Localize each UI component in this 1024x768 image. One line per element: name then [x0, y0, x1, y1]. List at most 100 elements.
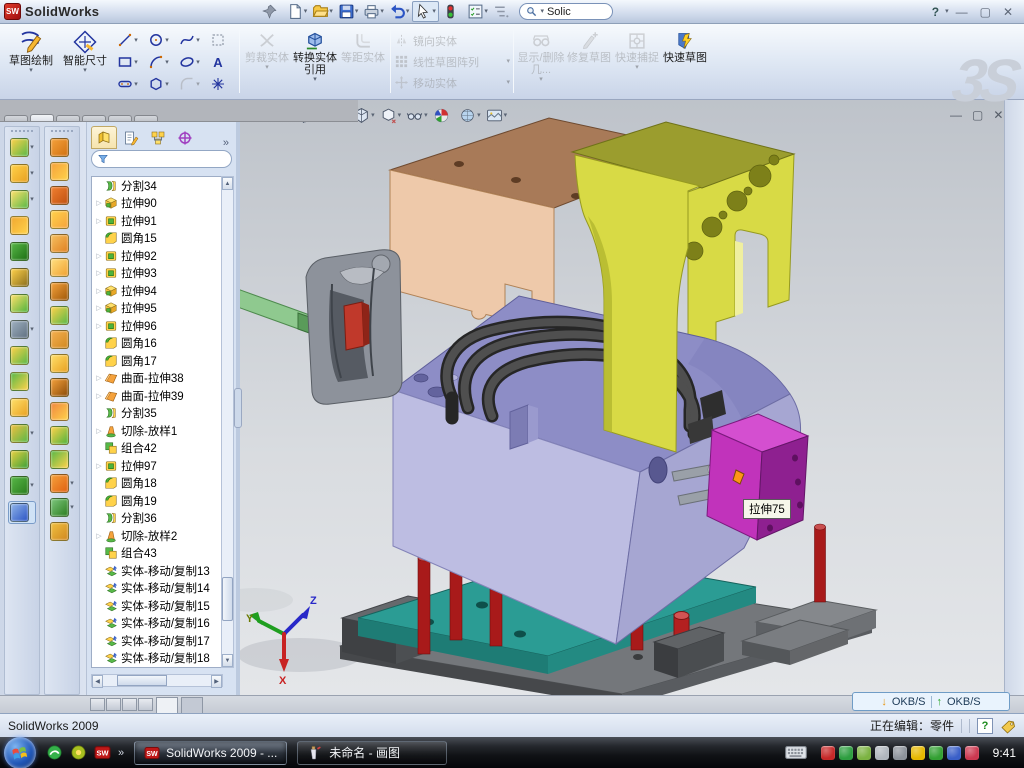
- feature-tool-button[interactable]: ▾: [10, 450, 34, 469]
- scrollbar-thumb[interactable]: [222, 577, 233, 621]
- tree-item[interactable]: ▷ 拉伸94: [92, 282, 222, 300]
- ribbon-button[interactable]: 镜向实体 ▾: [394, 31, 510, 50]
- keyboard-layout-icon[interactable]: [785, 746, 807, 759]
- model-sprue-clamp[interactable]: [240, 250, 402, 405]
- tree-item[interactable]: ▷ 实体-移动/复制16: [92, 615, 222, 633]
- mold-tool-button[interactable]: ▾: [50, 282, 74, 301]
- mold-tool-button[interactable]: ▾: [50, 330, 74, 349]
- splitter-grip[interactable]: [234, 388, 242, 428]
- search-input[interactable]: ▾ Solic: [519, 3, 613, 20]
- task-pane-icon[interactable]: [1006, 155, 1023, 172]
- mold-tool-button[interactable]: ▾: [50, 210, 74, 229]
- command-manager-tab[interactable]: [4, 115, 28, 121]
- sketch-entity-button[interactable]: ▾: [112, 32, 143, 48]
- tray-icon[interactable]: [839, 746, 853, 760]
- sketch-entity-button[interactable]: ▾: [143, 32, 174, 48]
- tree-item[interactable]: ▷ 拉伸93: [92, 265, 222, 283]
- tray-icon[interactable]: [821, 746, 835, 760]
- manager-tab[interactable]: [172, 126, 198, 149]
- model-scene[interactable]: Y Z X: [240, 100, 1004, 695]
- quick-tool-button[interactable]: ▾: [491, 2, 516, 21]
- chevron-right-icon[interactable]: »: [218, 137, 234, 149]
- task-pane-icon[interactable]: [1006, 236, 1023, 253]
- view-tool-button[interactable]: ▾: [379, 106, 403, 125]
- tree-item[interactable]: ▷ 圆角17: [92, 352, 222, 370]
- tree-item[interactable]: ▷ 圆角19: [92, 492, 222, 510]
- expand-arrow-icon[interactable]: ▷: [94, 304, 104, 312]
- tree-item[interactable]: ▷ 实体-移动/复制17: [92, 632, 222, 650]
- panel-splitter[interactable]: [236, 122, 240, 695]
- tree-item[interactable]: ▷ 组合43: [92, 545, 222, 563]
- tree-item[interactable]: ▷ 拉伸96: [92, 317, 222, 335]
- taskbar-window-button[interactable]: SW SolidWorks 2009 - ...: [134, 741, 287, 765]
- ribbon-button[interactable]: 剪裁实体 ▾: [243, 27, 291, 95]
- quick-launch-icon[interactable]: [70, 744, 87, 761]
- expand-arrow-icon[interactable]: ▷: [94, 269, 104, 277]
- scrollbar-thumb[interactable]: [117, 675, 167, 686]
- close-button[interactable]: ✕: [998, 5, 1018, 19]
- ribbon-button[interactable]: 快速草图 ▾: [661, 27, 709, 95]
- menu-item[interactable]: [213, 9, 231, 15]
- view-tool-button[interactable]: ▾: [432, 106, 456, 125]
- expand-arrow-icon[interactable]: ▷: [94, 287, 104, 295]
- task-pane-icon[interactable]: [1006, 182, 1023, 199]
- menu-item[interactable]: [159, 9, 177, 15]
- scroll-down-button[interactable]: ▼: [222, 654, 233, 667]
- view-tool-button[interactable]: ▾: [458, 106, 482, 125]
- filter-input[interactable]: [91, 150, 232, 168]
- task-pane-icon[interactable]: [1006, 209, 1023, 226]
- tab-nav-button[interactable]: [90, 698, 105, 711]
- ribbon-button[interactable]: 快速捕捉 ▾: [613, 27, 661, 95]
- graphics-viewport[interactable]: Y Z X 拉伸75: [240, 100, 1004, 695]
- tree-item[interactable]: ▷ 圆角18: [92, 475, 222, 493]
- sketch-entity-button[interactable]: ▾: [174, 76, 205, 92]
- menu-item[interactable]: [123, 9, 141, 15]
- quick-tool-button[interactable]: ▾: [361, 2, 386, 21]
- tree-vertical-scrollbar[interactable]: ▲ ▼: [221, 176, 234, 668]
- tree-item[interactable]: ▷ 拉伸97: [92, 457, 222, 475]
- sketch-entity-button[interactable]: ▾: [112, 76, 143, 92]
- quick-tool-button[interactable]: ▾: [465, 2, 490, 21]
- tree-item[interactable]: ▷ 实体-移动/复制13: [92, 562, 222, 580]
- mold-tool-button[interactable]: ▾: [50, 522, 74, 541]
- command-manager-tab[interactable]: [30, 114, 54, 121]
- expand-arrow-icon[interactable]: ▷: [94, 199, 104, 207]
- feature-tool-button[interactable]: ▾: [10, 164, 34, 183]
- feature-tool-button[interactable]: ▾: [10, 242, 34, 261]
- quick-tool-button[interactable]: ▾: [259, 2, 284, 21]
- menu-item[interactable]: [141, 9, 159, 15]
- sketch-entity-button[interactable]: ▾: [112, 54, 143, 70]
- sketch-entity-button[interactable]: ▾: [143, 76, 174, 92]
- quick-tool-button[interactable]: ▾: [387, 2, 412, 21]
- scroll-left-button[interactable]: ◀: [92, 675, 103, 688]
- feature-tool-button[interactable]: ▾: [10, 138, 34, 157]
- tree-item[interactable]: ▷ 分割34: [92, 177, 222, 195]
- ribbon-button[interactable]: 移动实体 ▾: [394, 73, 510, 92]
- quick-tool-button[interactable]: ▾: [440, 2, 465, 21]
- task-pane-icon[interactable]: [1006, 263, 1023, 280]
- restore-button[interactable]: ▢: [975, 5, 996, 19]
- command-manager-tab[interactable]: [108, 115, 132, 121]
- command-manager-tab[interactable]: [56, 115, 80, 121]
- view-tool-button[interactable]: ▾: [485, 106, 509, 125]
- tree-item[interactable]: ▷ 组合42: [92, 440, 222, 458]
- model-magenta-block[interactable]: [707, 414, 808, 540]
- mold-tool-button[interactable]: ▾: [50, 258, 74, 277]
- command-manager-tab[interactable]: [82, 115, 106, 121]
- tree-horizontal-scrollbar[interactable]: ◀ ▶: [91, 674, 223, 687]
- start-button[interactable]: [4, 737, 36, 768]
- tree-item[interactable]: ▷ 切除-放样1: [92, 422, 222, 440]
- ribbon-button[interactable]: 智能尺寸 ▾: [58, 27, 112, 95]
- toolbar-grip[interactable]: [11, 130, 33, 135]
- tray-icon[interactable]: [875, 746, 889, 760]
- tray-icon[interactable]: [857, 746, 871, 760]
- sketch-entity-button[interactable]: ▾: [205, 76, 236, 92]
- mold-tool-button[interactable]: ▾: [50, 378, 74, 397]
- taskbar-window-button[interactable]: 未命名 - 画图: [297, 741, 447, 765]
- menu-item[interactable]: [195, 9, 213, 15]
- tree-item[interactable]: ▷ 实体-移动/复制14: [92, 580, 222, 598]
- mold-tool-button[interactable]: ▾: [50, 426, 74, 445]
- sketch-entity-button[interactable]: ▾: [174, 54, 205, 70]
- mold-tool-button[interactable]: ▾: [50, 306, 74, 325]
- tree-item[interactable]: ▷ 切除-放样2: [92, 527, 222, 545]
